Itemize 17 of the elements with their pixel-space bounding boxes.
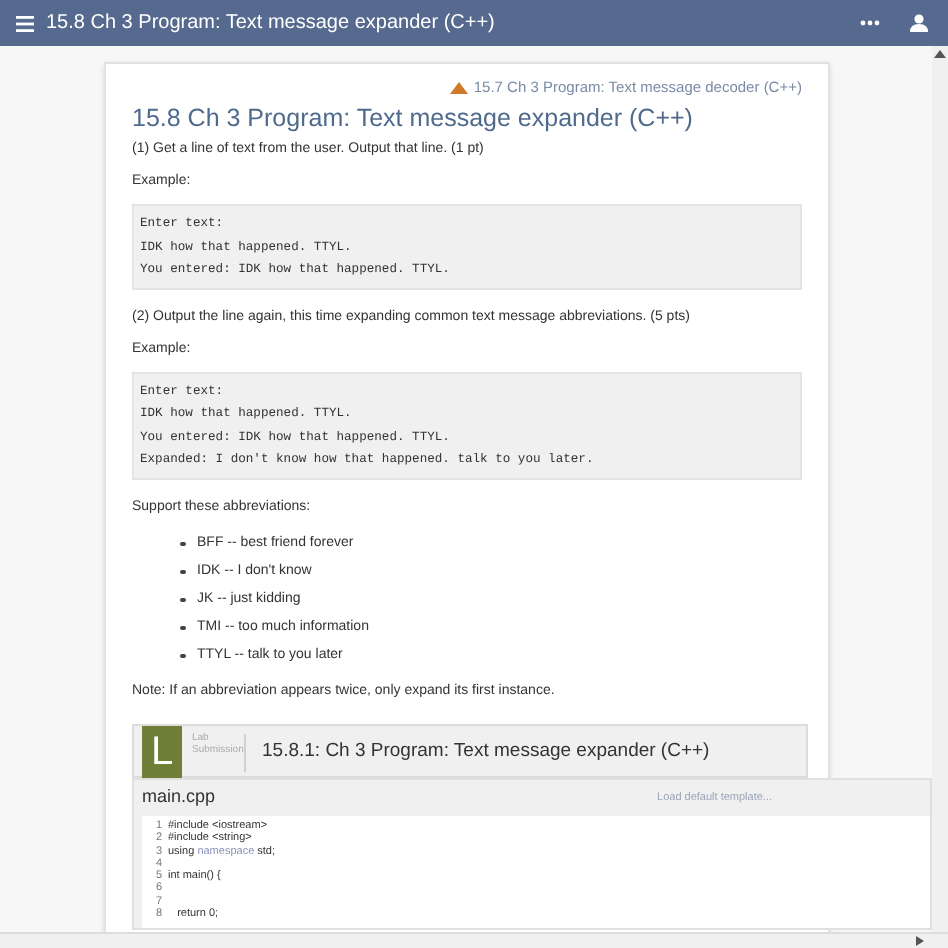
lab-title: 15.8.1: Ch 3 Program: Text message expander (C++)	[262, 737, 710, 766]
bullet-icon	[180, 597, 185, 602]
menu-icon[interactable]	[16, 15, 34, 31]
bullet-icon	[180, 653, 185, 658]
section-heading: 15.8 Ch 3 Program: Text message expander (C++)	[132, 102, 695, 135]
bullet-icon	[180, 541, 185, 546]
bullet-icon	[180, 625, 185, 630]
scroll-right-icon[interactable]	[916, 936, 924, 946]
vertical-scrollbar[interactable]	[932, 46, 948, 932]
file-name: main.cpp	[142, 784, 216, 811]
scroll-up-icon[interactable]	[934, 50, 946, 58]
bullet-icon	[180, 569, 185, 574]
more-icon[interactable]	[860, 20, 880, 26]
triangle-icon	[449, 81, 468, 94]
horizontal-scrollbar[interactable]	[0, 932, 948, 948]
app-title: 15.8 Ch 3 Program: Text message expander (C++)	[46, 10, 495, 38]
user-icon[interactable]	[910, 14, 928, 32]
